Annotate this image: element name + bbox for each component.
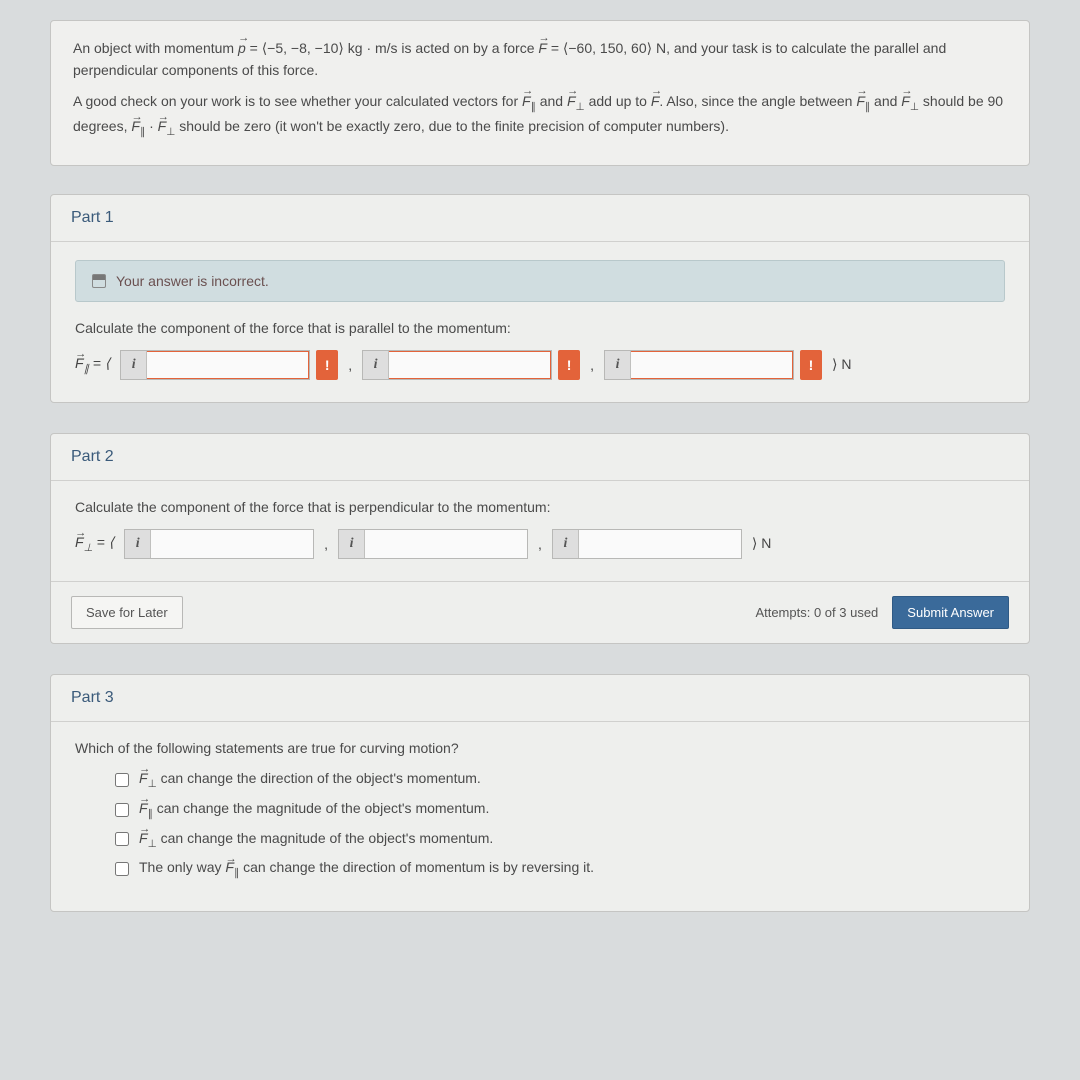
info-icon[interactable]: i [339,530,365,558]
question-stem: An object with momentum p = ⟨−5, −8, −10… [50,20,1030,166]
comma-sep: , [344,357,356,373]
error-separator-icon: ! [800,350,822,380]
stem-para-1: An object with momentum p = ⟨−5, −8, −10… [73,37,1007,82]
part-3-title: Part 3 [51,675,1029,722]
submit-answer-button[interactable]: Submit Answer [892,596,1009,629]
vector-p: p [238,37,246,59]
f-perp-y-field[interactable]: i [338,529,528,559]
choice-3-checkbox[interactable] [115,832,129,846]
info-icon[interactable]: i [363,351,389,379]
f-par-z-input[interactable] [631,351,793,379]
choice-1[interactable]: F⊥ can change the direction of the objec… [115,770,1005,790]
info-icon[interactable]: i [553,530,579,558]
f-parallel-label: F∥ = ⟨ [75,355,110,375]
feedback-text: Your answer is incorrect. [116,273,269,289]
info-icon[interactable]: i [605,351,631,379]
flag-icon [92,274,106,288]
part-1-title: Part 1 [51,195,1029,242]
f-perp-x-input[interactable] [151,530,313,558]
f-perp-label: F⊥ = ⟨ [75,534,114,554]
choice-4[interactable]: The only way F∥ can change the direction… [115,859,1005,879]
choice-2[interactable]: F∥ can change the magnitude of the objec… [115,800,1005,820]
f-par-z-field[interactable]: i [604,350,794,380]
choice-4-checkbox[interactable] [115,862,129,876]
attempts-text: Attempts: 0 of 3 used [755,605,878,620]
f-par-y-input[interactable] [389,351,551,379]
info-icon[interactable]: i [125,530,151,558]
comma-sep: , [320,536,332,552]
comma-sep: , [586,357,598,373]
save-for-later-button[interactable]: Save for Later [71,596,183,629]
f-par-x-input[interactable] [147,351,309,379]
part-1-card: Part 1 Your answer is incorrect. Calcula… [50,194,1030,403]
unit-label: ⟩ N [752,535,771,552]
unit-label: ⟩ N [832,356,851,373]
vector-F: F [538,37,547,59]
choice-3[interactable]: F⊥ can change the magnitude of the objec… [115,830,1005,850]
feedback-incorrect: Your answer is incorrect. [75,260,1005,302]
part-2-card: Part 2 Calculate the component of the fo… [50,433,1030,644]
f-perp-z-field[interactable]: i [552,529,742,559]
error-separator-icon: ! [316,350,338,380]
stem-para-2: A good check on your work is to see whet… [73,90,1007,141]
f-perp-x-field[interactable]: i [124,529,314,559]
f-par-y-field[interactable]: i [362,350,552,380]
part-2-input-row: F⊥ = ⟨ i , i , i ⟩ N [75,529,1005,559]
part-3-card: Part 3 Which of the following statements… [50,674,1030,912]
comma-sep: , [534,536,546,552]
f-par-x-field[interactable]: i [120,350,310,380]
choice-2-checkbox[interactable] [115,803,129,817]
part-2-footer: Save for Later Attempts: 0 of 3 used Sub… [51,581,1029,643]
part-2-prompt: Calculate the component of the force tha… [75,499,1005,515]
info-icon[interactable]: i [121,351,147,379]
choice-1-checkbox[interactable] [115,773,129,787]
f-perp-y-input[interactable] [365,530,527,558]
f-perp-z-input[interactable] [579,530,741,558]
part-1-input-row: F∥ = ⟨ i ! , i ! , i ! ⟩ N [75,350,1005,380]
error-separator-icon: ! [558,350,580,380]
part-3-prompt: Which of the following statements are tr… [75,740,1005,756]
part-2-title: Part 2 [51,434,1029,481]
part-1-prompt: Calculate the component of the force tha… [75,320,1005,336]
choice-list: F⊥ can change the direction of the objec… [75,770,1005,879]
